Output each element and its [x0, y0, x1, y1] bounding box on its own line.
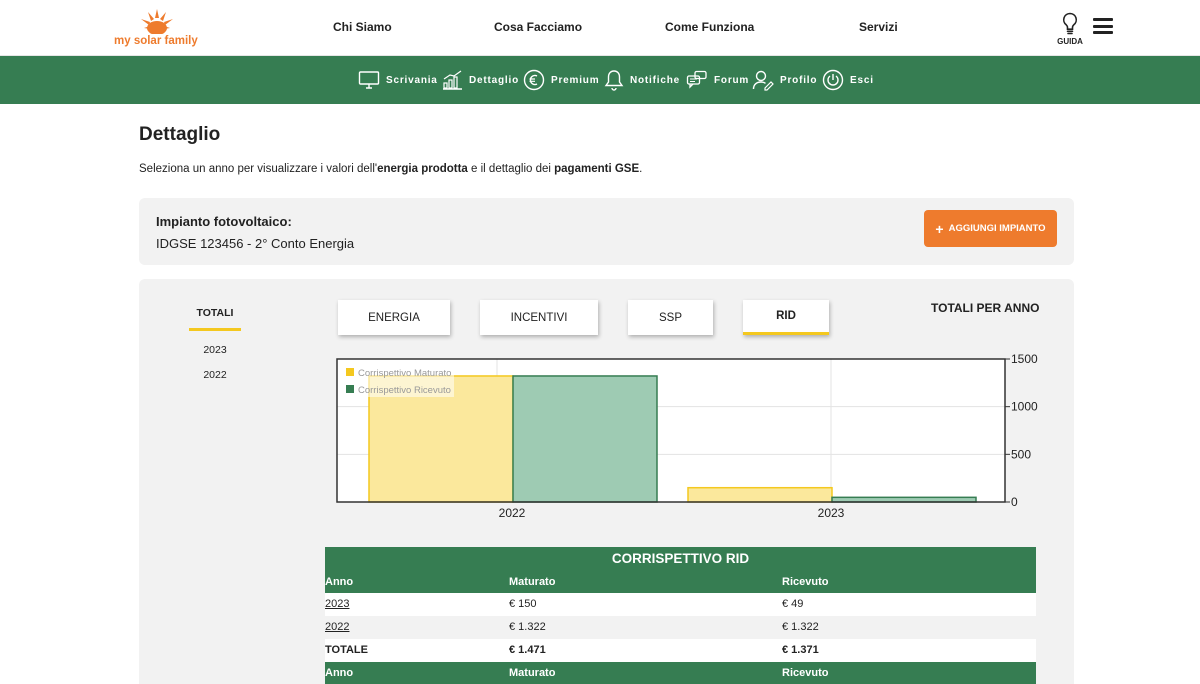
y-tick-label: 1000 [1011, 400, 1038, 414]
year-link-2023[interactable]: 2023 [325, 598, 349, 610]
subnav-esci[interactable]: Esci [822, 68, 874, 92]
dashboard-nav: Scrivania Dettaglio Premium Notifiche Fo… [0, 56, 1200, 104]
cell-ricevuto: € 49 [782, 598, 804, 610]
top-header: my solar family Chi Siamo Cosa Facciamo … [0, 0, 1200, 56]
subnav-label: Forum [714, 74, 750, 86]
col-header-maturato: Maturato [509, 576, 556, 588]
plus-icon: + [935, 220, 944, 237]
guide-label: GUIDA [1057, 37, 1083, 46]
monitor-icon [358, 71, 380, 89]
bar-chart-icon [443, 70, 462, 90]
subnav-dettaglio[interactable]: Dettaglio [441, 68, 519, 92]
power-icon [822, 69, 844, 91]
subnav-label: Profilo [780, 74, 818, 86]
legend-swatch [346, 385, 354, 393]
subnav-label: Esci [850, 74, 874, 86]
table-header-row: Anno Maturato Ricevuto [325, 571, 1036, 593]
col-footer-ricevuto: Ricevuto [782, 667, 829, 679]
intro-bold-energy: energia prodotta [377, 163, 468, 175]
euro-icon [523, 69, 545, 91]
plant-value: IDGSE 123456 - 2° Conto Energia [156, 236, 355, 251]
bar-2023-maturato [687, 486, 833, 503]
sun-logo-icon [141, 9, 173, 34]
nav-chi-siamo[interactable]: Chi Siamo [333, 20, 392, 34]
user-icon [752, 70, 774, 91]
cell-total-ricevuto: € 1.371 [782, 644, 819, 656]
subnav-notifiche[interactable]: Notifiche [604, 68, 680, 92]
rid-table: CORRISPETTIVO RID Anno Maturato Ricevuto… [325, 547, 1036, 684]
detail-panel: TOTALI 2023 2022 ENERGIA INCENTIVI SSP R… [139, 279, 1074, 684]
cell-maturato: € 150 [509, 598, 537, 610]
hamburger-menu-icon[interactable] [1093, 18, 1113, 34]
year-tab-totali[interactable]: TOTALI [189, 307, 241, 331]
tab-incentivi[interactable]: INCENTIVI [480, 300, 598, 335]
y-tick-label: 1500 [1011, 352, 1038, 366]
page-title: Dettaglio [139, 124, 221, 145]
nav-servizi[interactable]: Servizi [859, 20, 898, 34]
cell-total-label: TOTALE [325, 644, 368, 656]
intro-text: . [639, 163, 643, 175]
cell-total-maturato: € 1.471 [509, 644, 546, 656]
col-footer-anno: Anno [325, 667, 354, 679]
subnav-premium[interactable]: Premium [523, 68, 599, 92]
plant-label: Impianto fotovoltaico: [156, 214, 292, 229]
col-header-anno: Anno [325, 576, 354, 588]
nav-come-funziona[interactable]: Come Funziona [665, 20, 754, 34]
plant-selector: Impianto fotovoltaico: IDGSE 123456 - 2°… [139, 198, 1074, 265]
legend-label: Corrispettivo Maturato [358, 368, 451, 379]
tab-ssp[interactable]: SSP [628, 300, 713, 335]
add-plant-button[interactable]: + AGGIUNGI IMPIANTO [924, 210, 1057, 247]
subnav-label: Scrivania [386, 74, 438, 86]
guide-button[interactable]: GUIDA [1056, 12, 1084, 48]
year-tab-2022[interactable]: 2022 [189, 369, 241, 381]
legend-label: Corrispettivo Ricevuto [358, 385, 451, 396]
x-tick-label: 2023 [818, 506, 845, 520]
lightbulb-icon [1062, 12, 1078, 35]
tab-energia[interactable]: ENERGIA [338, 300, 450, 335]
intro-text: e il dettaglio dei [467, 163, 555, 175]
subnav-label: Notifiche [630, 74, 680, 86]
subnav-label: Dettaglio [469, 74, 519, 86]
table-row: 2023 € 150 € 49 [325, 593, 1036, 616]
legend-swatch [346, 368, 354, 376]
table-footer-row: Anno Maturato Ricevuto [325, 662, 1036, 684]
cell-maturato: € 1.322 [509, 621, 546, 633]
y-tick-label: 500 [1011, 447, 1031, 461]
cell-ricevuto: € 1.322 [782, 621, 819, 633]
subnav-scrivania[interactable]: Scrivania [358, 68, 438, 92]
logo-text: my solar family [114, 35, 198, 47]
bar-2022-ricevuto [512, 375, 658, 503]
year-tab-2023[interactable]: 2023 [189, 344, 241, 356]
col-header-ricevuto: Ricevuto [782, 576, 829, 588]
tab-rid[interactable]: RID [743, 300, 829, 335]
year-link-2022[interactable]: 2022 [325, 621, 349, 633]
y-tick-label: 0 [1011, 495, 1018, 509]
subnav-forum[interactable]: Forum [686, 68, 749, 92]
chat-icon [686, 70, 707, 89]
table-title: CORRISPETTIVO RID [325, 547, 1036, 571]
rid-bar-chart: 2022 2023 0 500 1000 1500 Corrispettivo Matura… [336, 352, 1038, 520]
col-footer-maturato: Maturato [509, 667, 556, 679]
subnav-label: Premium [551, 74, 600, 86]
table-row: 2022 € 1.322 € 1.322 [325, 616, 1036, 639]
intro-bold-payments: pagamenti GSE [554, 163, 640, 175]
subnav-profilo[interactable]: Profilo [752, 68, 817, 92]
table-total-row: TOTALE € 1.471 € 1.371 [325, 639, 1036, 662]
logo[interactable]: my solar family [112, 8, 202, 50]
add-plant-label: AGGIUNGI IMPIANTO [948, 223, 1046, 234]
intro-text: Seleziona un anno per visualizzare i val… [139, 163, 378, 175]
totals-heading: TOTALI PER ANNO [931, 301, 1040, 315]
x-tick-label: 2022 [499, 506, 526, 520]
year-tabs: TOTALI 2023 2022 [189, 307, 241, 394]
page-intro: Seleziona un anno per visualizzare i val… [139, 163, 642, 175]
nav-cosa-facciamo[interactable]: Cosa Facciamo [494, 20, 582, 34]
bell-icon [604, 70, 624, 91]
